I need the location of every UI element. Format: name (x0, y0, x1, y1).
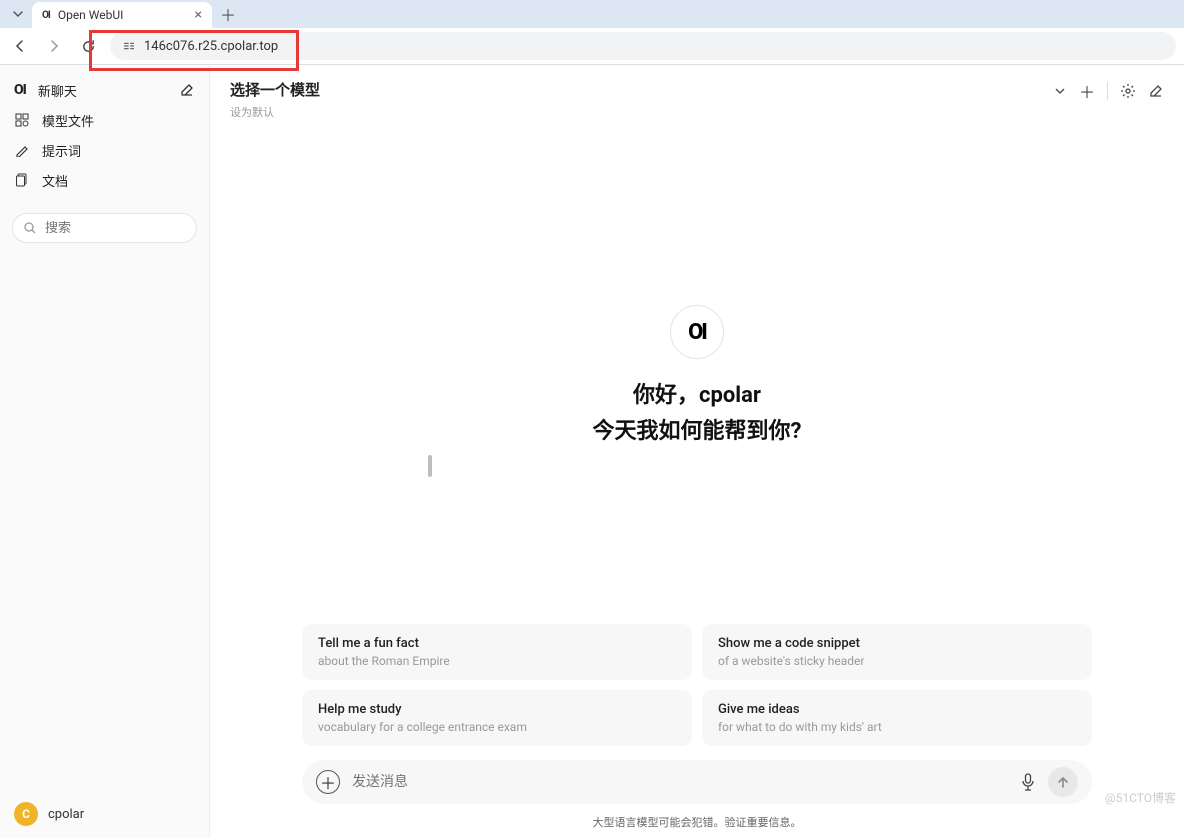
settings-button[interactable] (1120, 83, 1136, 99)
reload-icon (81, 39, 96, 54)
sidebar-item-prompts[interactable]: 提示词 (14, 135, 195, 165)
url-text: 146c076.r25.cpolar.top (144, 39, 278, 54)
sidebar-resize-handle[interactable] (428, 455, 432, 477)
sidebar-item-label: 提示词 (42, 141, 81, 160)
header-actions: ＋ (1053, 79, 1164, 103)
url-field[interactable]: 146c076.r25.cpolar.top (110, 32, 1176, 60)
app-logo-large: OI (670, 305, 724, 359)
greeting-line-2: 今天我如何能帮到你? (593, 413, 802, 445)
chevron-down-icon (12, 8, 24, 20)
message-input[interactable] (352, 774, 1008, 790)
microphone-icon (1020, 773, 1036, 791)
browser-chrome: OI Open WebUI × ＋ 146c076.r25.cpolar.top (0, 0, 1184, 65)
message-input-container: ＋ (302, 760, 1092, 804)
reload-button[interactable] (76, 34, 100, 58)
search-icon (23, 221, 37, 235)
arrow-right-icon (46, 38, 62, 54)
pencil-icon (14, 142, 30, 158)
tab-title: Open WebUI (58, 8, 124, 22)
suggestion-card[interactable]: Show me a code snippet of a website's st… (702, 624, 1092, 680)
voice-button[interactable] (1020, 773, 1036, 791)
grid-icon (14, 112, 30, 128)
watermark: @51CTO博客 (1105, 789, 1176, 806)
suggestion-title: Help me study (318, 702, 676, 717)
forward-button[interactable] (42, 34, 66, 58)
compose-icon[interactable] (179, 82, 195, 98)
sidebar-footer[interactable]: C cpolar (0, 790, 209, 838)
new-chat-label: 新聊天 (38, 81, 77, 100)
suggestion-subtitle: for what to do with my kids' art (718, 720, 1076, 734)
add-model-button[interactable]: ＋ (1079, 79, 1095, 103)
suggestion-subtitle: about the Roman Empire (318, 654, 676, 668)
search-input[interactable] (45, 221, 211, 236)
browser-tab[interactable]: OI Open WebUI × (32, 2, 212, 28)
send-button[interactable] (1048, 767, 1078, 797)
message-input-row: ＋ (262, 760, 1132, 814)
edit-icon (1148, 83, 1164, 99)
gear-icon (1120, 83, 1136, 99)
disclaimer-text: 大型语言模型可能会犯错。验证重要信息。 (210, 814, 1184, 838)
set-default-link[interactable]: 设为默认 (230, 104, 1053, 120)
suggestion-card[interactable]: Give me ideas for what to do with my kid… (702, 690, 1092, 746)
chevron-down-icon (1053, 84, 1067, 98)
tab-strip: OI Open WebUI × ＋ (0, 0, 1184, 28)
suggestion-title: Show me a code snippet (718, 636, 1076, 651)
suggestion-title: Tell me a fun fact (318, 636, 676, 651)
suggestion-card[interactable]: Tell me a fun fact about the Roman Empir… (302, 624, 692, 680)
sidebar-item-label: 文档 (42, 171, 68, 190)
suggestions-grid: Tell me a fun fact about the Roman Empir… (262, 624, 1132, 760)
attach-button[interactable]: ＋ (316, 770, 340, 794)
suggestion-card[interactable]: Help me study vocabulary for a college e… (302, 690, 692, 746)
site-settings-icon[interactable] (122, 39, 136, 53)
sidebar: OI 新聊天 模型文件 提示词 (0, 65, 210, 838)
new-tab-button[interactable]: ＋ (216, 2, 240, 26)
document-icon (14, 172, 30, 188)
main-header: 选择一个模型 设为默认 ＋ (210, 65, 1184, 126)
app-logo-icon: OI (14, 82, 26, 98)
suggestion-subtitle: vocabulary for a college entrance exam (318, 720, 676, 734)
sidebar-item-model-files[interactable]: 模型文件 (14, 105, 195, 135)
welcome-area: OI 你好，cpolar 今天我如何能帮到你? (210, 126, 1184, 624)
model-selector[interactable]: 选择一个模型 (230, 79, 1053, 100)
sidebar-search[interactable] (12, 213, 197, 243)
divider (1107, 82, 1108, 100)
sidebar-item-documents[interactable]: 文档 (14, 165, 195, 195)
sidebar-item-label: 模型文件 (42, 111, 94, 130)
arrow-left-icon (12, 38, 28, 54)
address-bar: 146c076.r25.cpolar.top (0, 28, 1184, 64)
suggestion-title: Give me ideas (718, 702, 1076, 717)
new-chat-button[interactable]: OI 新聊天 (14, 75, 195, 105)
arrow-up-icon (1056, 775, 1070, 789)
tab-close-button[interactable]: × (195, 7, 202, 23)
user-avatar: C (14, 802, 38, 826)
tab-favicon: OI (42, 10, 50, 21)
user-name: cpolar (48, 807, 84, 822)
app: OI 新聊天 模型文件 提示词 (0, 65, 1184, 838)
edit-button[interactable] (1148, 83, 1164, 99)
back-button[interactable] (8, 34, 32, 58)
suggestion-subtitle: of a website's sticky header (718, 654, 1076, 668)
main-content: 选择一个模型 设为默认 ＋ OI 你好，cpolar 今天我如何能帮到你? (210, 65, 1184, 838)
tabs-dropdown-button[interactable] (8, 4, 28, 24)
model-dropdown-button[interactable] (1053, 84, 1067, 98)
greeting-line-1: 你好，cpolar (633, 377, 761, 409)
